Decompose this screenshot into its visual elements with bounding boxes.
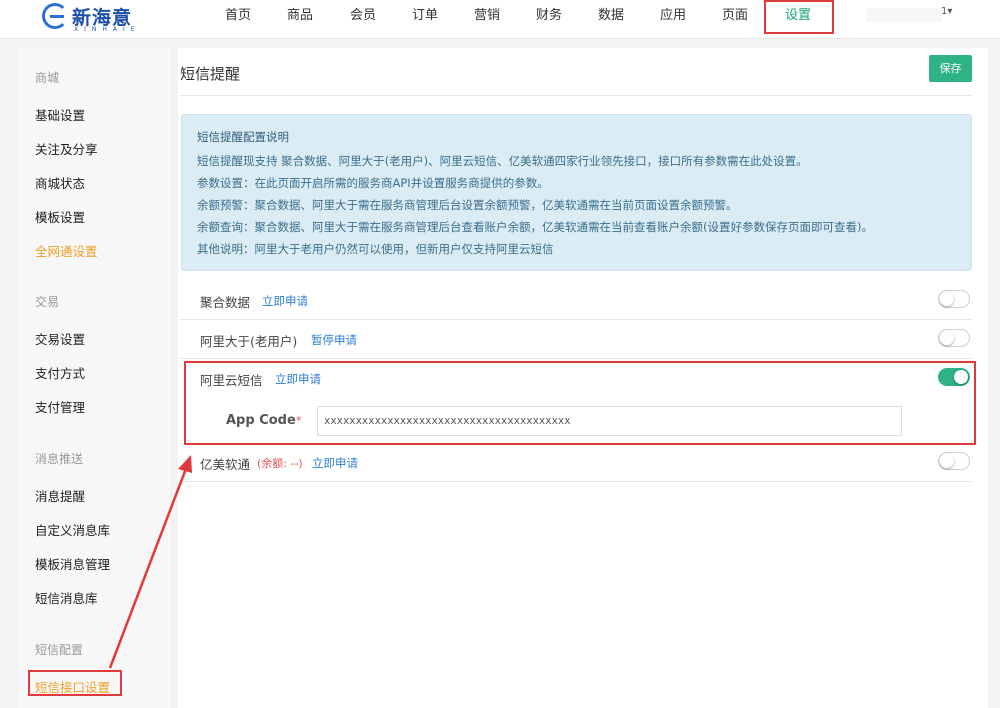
arrow-line xyxy=(108,465,189,669)
arrow-head xyxy=(178,455,192,473)
annotation-arrow xyxy=(108,455,192,669)
